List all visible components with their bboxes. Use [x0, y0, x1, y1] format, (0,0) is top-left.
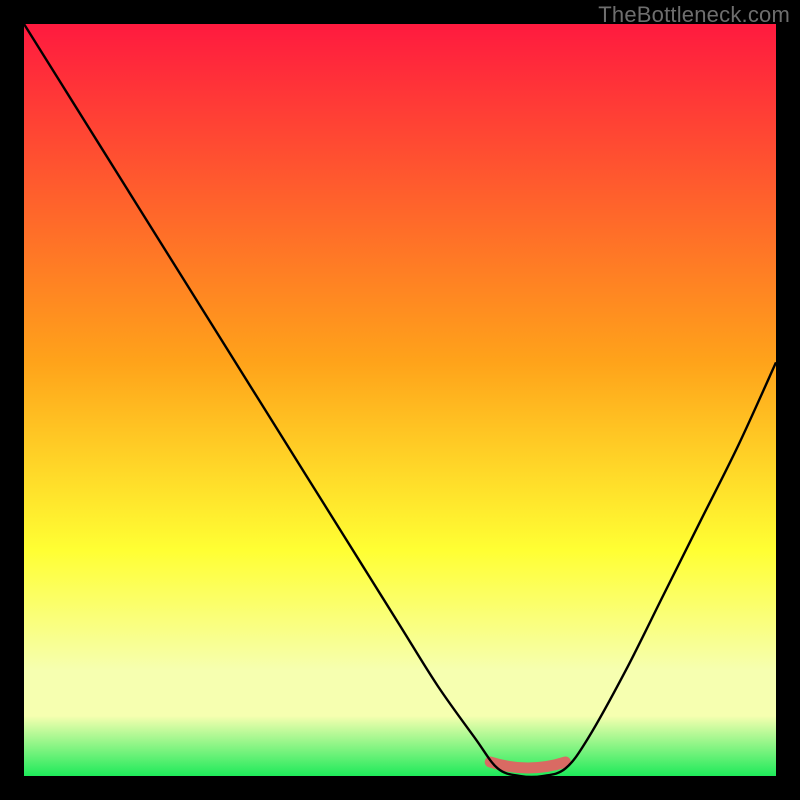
- bottleneck-curve: [24, 24, 776, 776]
- chart-frame: TheBottleneck.com: [0, 0, 800, 800]
- plot-area: [24, 24, 776, 776]
- curve-layer: [24, 24, 776, 776]
- optimal-range-marker: [490, 762, 565, 768]
- watermark-text: TheBottleneck.com: [598, 2, 790, 28]
